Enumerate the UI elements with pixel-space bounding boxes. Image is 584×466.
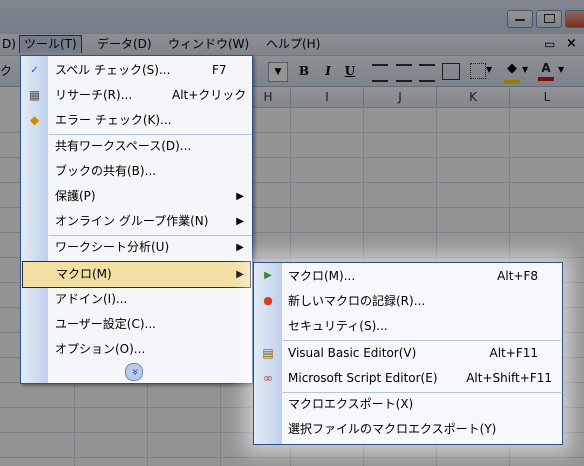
title-bar xyxy=(0,0,584,35)
bold-button[interactable]: B xyxy=(296,62,312,80)
borders-dropdown-icon[interactable]: ▼ xyxy=(486,65,492,74)
submenu-item-macro-export[interactable]: マクロエクスポート(X) xyxy=(254,392,562,417)
italic-button[interactable]: I xyxy=(320,62,336,80)
research-icon: ▦ xyxy=(28,88,41,102)
menu-item-online-collaboration[interactable]: オンライン グループ作業(N) ▶ xyxy=(21,209,252,234)
column-header-k[interactable]: K xyxy=(437,87,510,108)
script-editor-icon: ∞ xyxy=(263,371,273,385)
menu-window[interactable]: ウィンドウ(W) xyxy=(164,36,253,53)
menu-help[interactable]: ヘルプ(H) xyxy=(262,36,324,53)
play-icon: ▶ xyxy=(264,270,272,281)
menu-item-macro[interactable]: マクロ(M) ▶ xyxy=(22,261,251,288)
spellcheck-icon: ✓ xyxy=(30,65,39,76)
menu-item-share-workbook[interactable]: ブックの共有(B)... xyxy=(21,159,252,184)
menu-item-customize[interactable]: ユーザー設定(C)... xyxy=(21,312,252,337)
menu-data-partial[interactable]: D) xyxy=(0,36,20,53)
font-color-dropdown-icon[interactable]: ▼ xyxy=(558,65,564,74)
align-right-icon[interactable] xyxy=(419,64,435,82)
fill-color-dropdown-icon[interactable]: ▼ xyxy=(522,65,528,74)
maximize-button[interactable] xyxy=(536,10,562,28)
submenu-item-record-macro[interactable]: ● 新しいマクロの記録(R)... xyxy=(254,289,562,314)
menu-bar: D) ツール(T) データ(D) ウィンドウ(W) ヘルプ(H) ▭ × xyxy=(0,34,584,56)
menu-item-shared-workspace[interactable]: 共有ワークスペース(D)... xyxy=(21,134,252,159)
merge-center-icon[interactable] xyxy=(442,63,460,80)
record-icon: ● xyxy=(263,294,273,307)
menu-item-error-check[interactable]: ◆ エラー チェック(K)... xyxy=(21,108,252,133)
borders-icon[interactable] xyxy=(470,63,486,79)
macro-submenu: ▶ マクロ(M)... Alt+F8 ● 新しいマクロの記録(R)... セキュ… xyxy=(253,262,563,445)
underline-button[interactable]: U xyxy=(342,62,358,80)
menu-item-research[interactable]: ▦ リサーチ(R)... Alt+クリック xyxy=(21,83,252,108)
submenu-arrow-icon: ▶ xyxy=(236,216,244,227)
menu-tools[interactable]: ツール(T) xyxy=(19,35,82,53)
column-header-j[interactable]: J xyxy=(364,87,437,108)
vb-editor-icon: ▤ xyxy=(262,346,274,360)
minimize-button[interactable] xyxy=(507,10,533,28)
menu-item-spellcheck[interactable]: ✓ スペル チェック(S)... F7 xyxy=(21,58,252,83)
column-header-l[interactable]: L xyxy=(510,87,584,108)
error-check-icon: ◆ xyxy=(29,113,40,127)
toolbar-fragment: ク xyxy=(0,64,13,78)
fill-color-icon[interactable]: ◆ xyxy=(504,62,520,84)
font-color-icon[interactable]: A xyxy=(538,61,554,81)
submenu-item-script-editor[interactable]: ∞ Microsoft Script Editor(E) Alt+Shift+F… xyxy=(254,366,562,391)
menu-item-formula-auditing[interactable]: ワークシート分析(U) ▶ xyxy=(21,235,252,260)
grid-line xyxy=(0,457,584,458)
menu-item-addins[interactable]: アドイン(I)... xyxy=(21,287,252,312)
menu-data[interactable]: データ(D) xyxy=(93,36,156,53)
font-size-dropdown[interactable]: ▼ xyxy=(268,62,288,82)
close-button[interactable] xyxy=(565,10,584,28)
submenu-item-security[interactable]: セキュリティ(S)... xyxy=(254,314,562,339)
doc-close-icon[interactable]: × xyxy=(566,37,578,51)
menu-item-options[interactable]: オプション(O)... xyxy=(21,337,252,362)
submenu-arrow-icon: ▶ xyxy=(236,269,244,280)
expand-menu-icon[interactable]: » xyxy=(125,363,143,381)
tools-menu: ✓ スペル チェック(S)... F7 ▦ リサーチ(R)... Alt+クリッ… xyxy=(20,55,253,384)
doc-restore-icon[interactable]: ▭ xyxy=(544,38,556,50)
column-header-i[interactable]: I xyxy=(291,87,364,108)
submenu-arrow-icon: ▶ xyxy=(236,242,244,253)
submenu-item-vb-editor[interactable]: ▤ Visual Basic Editor(V) Alt+F11 xyxy=(254,341,562,366)
submenu-arrow-icon: ▶ xyxy=(236,191,244,202)
menu-item-protection[interactable]: 保護(P) ▶ xyxy=(21,184,252,209)
submenu-item-macros[interactable]: ▶ マクロ(M)... Alt+F8 xyxy=(254,264,562,289)
submenu-item-selected-file-macro-export[interactable]: 選択ファイルのマクロエクスポート(Y) xyxy=(254,417,562,442)
align-left-icon[interactable] xyxy=(372,64,388,82)
align-center-icon[interactable] xyxy=(396,64,412,82)
